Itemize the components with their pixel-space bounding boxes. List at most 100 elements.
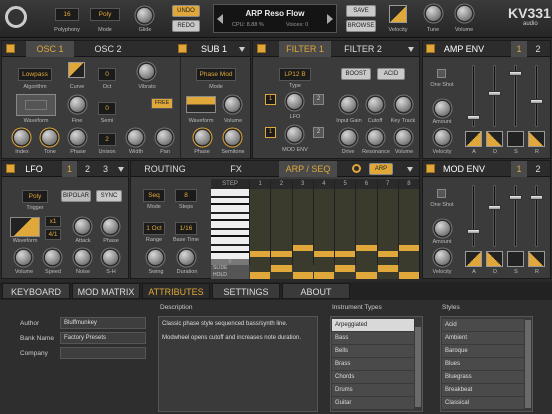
drive-knob[interactable] xyxy=(341,130,356,145)
modenv-source-2[interactable]: 2 xyxy=(313,127,324,138)
slide-cell[interactable] xyxy=(377,265,398,272)
slide-cell[interactable] xyxy=(356,265,377,272)
lfo-attack-knob[interactable] xyxy=(75,219,90,234)
step-column[interactable] xyxy=(291,189,313,265)
lfo-volume-knob[interactable] xyxy=(16,250,31,265)
amp-amount-knob[interactable] xyxy=(435,101,450,116)
mod-amount-knob[interactable] xyxy=(435,221,450,236)
amp-a-handle[interactable] xyxy=(467,115,480,120)
semi-value[interactable]: 0 xyxy=(98,102,116,115)
hold-cell[interactable] xyxy=(271,272,292,279)
tab-osc1[interactable]: OSC 1 xyxy=(26,41,74,57)
lfo-waveform-display[interactable] xyxy=(10,217,40,237)
step-column[interactable] xyxy=(355,189,377,265)
one-shot-toggle[interactable] xyxy=(437,69,446,78)
amp-d-handle[interactable] xyxy=(488,91,501,96)
list-item[interactable]: Bells xyxy=(332,345,414,357)
filter-volume-knob[interactable] xyxy=(396,130,411,145)
list-item[interactable]: Brass xyxy=(332,358,414,370)
sub-semitone-knob[interactable] xyxy=(225,130,240,145)
lfo-tab-2[interactable]: 2 xyxy=(80,161,95,177)
width-knob[interactable] xyxy=(128,130,143,145)
tab-mod-matrix[interactable]: MOD MATRIX xyxy=(72,283,140,299)
tone-knob[interactable] xyxy=(42,130,57,145)
resonance-knob[interactable] xyxy=(368,130,383,145)
unison-value[interactable]: 2 xyxy=(98,133,116,146)
list-item[interactable]: Ambient xyxy=(442,332,524,344)
mod-d-handle[interactable] xyxy=(488,205,501,210)
list-item[interactable]: Bass xyxy=(332,332,414,344)
mod-env-tab-1[interactable]: 1 xyxy=(511,161,527,177)
step-note-cell[interactable] xyxy=(250,251,271,258)
sub-waveform-display[interactable] xyxy=(186,96,216,113)
scrollbar[interactable] xyxy=(525,320,531,408)
sync-button[interactable]: SYNC xyxy=(96,190,122,202)
boost-button[interactable]: BOOST xyxy=(341,68,371,80)
mod-d-curve-icon[interactable] xyxy=(486,251,503,267)
duration-knob[interactable] xyxy=(179,250,194,265)
sub-phase-knob[interactable] xyxy=(195,130,210,145)
lfo-sh-knob[interactable] xyxy=(103,250,118,265)
modenv-amount-knob[interactable] xyxy=(287,127,302,142)
tab-osc2[interactable]: OSC 2 xyxy=(84,41,132,57)
list-item[interactable]: Bluegrass xyxy=(442,371,524,383)
amp-env-tab-2[interactable]: 2 xyxy=(530,41,546,57)
slide-cell[interactable] xyxy=(250,265,271,272)
list-item[interactable]: Chords xyxy=(332,371,414,383)
slide-cell[interactable] xyxy=(292,265,313,272)
slide-cell[interactable] xyxy=(271,265,292,272)
swing-knob[interactable] xyxy=(148,250,163,265)
chevron-down-icon[interactable] xyxy=(407,167,413,172)
polyphony-value[interactable]: 16 xyxy=(55,8,79,21)
step-note-cell[interactable] xyxy=(356,245,377,252)
trigger-value[interactable]: Poly xyxy=(22,190,48,203)
hold-cell[interactable] xyxy=(398,272,419,279)
mod-s-curve-icon[interactable] xyxy=(507,251,524,267)
browse-button[interactable]: BROWSE xyxy=(346,20,376,32)
tab-arp-seq[interactable]: ARP / SEQ xyxy=(279,161,337,177)
mode-value[interactable]: Poly xyxy=(90,8,120,21)
list-item[interactable]: Drums xyxy=(332,384,414,396)
key-icon[interactable] xyxy=(352,164,361,173)
curve-icon[interactable] xyxy=(68,62,85,78)
tab-fx[interactable]: FX xyxy=(211,161,261,177)
free-toggle[interactable]: FREE xyxy=(151,98,173,109)
save-button[interactable]: SAVE xyxy=(346,5,376,17)
slide-cell[interactable] xyxy=(313,265,334,272)
oct-value[interactable]: 0 xyxy=(98,68,116,81)
cutoff-knob[interactable] xyxy=(368,97,383,112)
modenv-source-1[interactable]: 1 xyxy=(265,127,276,138)
lfo-amount-knob[interactable] xyxy=(287,94,302,109)
tab-sub1[interactable]: SUB 1 xyxy=(194,41,234,57)
mod-a-fader[interactable] xyxy=(472,185,475,247)
chevron-down-icon[interactable] xyxy=(118,167,124,172)
sub-volume-knob[interactable] xyxy=(225,97,240,112)
phase-knob[interactable] xyxy=(70,130,85,145)
tab-settings[interactable]: SETTINGS xyxy=(212,283,280,299)
list-item[interactable]: Classical xyxy=(442,397,524,409)
amp-r-curve-icon[interactable] xyxy=(528,131,545,147)
pan-knob[interactable] xyxy=(157,130,172,145)
tune-knob[interactable] xyxy=(426,6,441,21)
description-box[interactable]: Classic phase style sequenced bass/synth… xyxy=(158,316,318,412)
tab-filter1[interactable]: FILTER 1 xyxy=(279,41,331,57)
mod-s-handle[interactable] xyxy=(509,195,522,200)
lfo-division-value[interactable]: 4/1 xyxy=(45,229,61,240)
hold-cell[interactable] xyxy=(313,272,334,279)
undo-button[interactable]: UNDO xyxy=(172,5,200,17)
tab-keyboard[interactable]: KEYBOARD xyxy=(2,283,70,299)
mod-d-fader[interactable] xyxy=(493,185,496,247)
glide-knob[interactable] xyxy=(137,8,152,23)
seq-steps-value[interactable]: 8 xyxy=(175,189,197,202)
mod-r-curve-icon[interactable] xyxy=(528,251,545,267)
lfo-source-2[interactable]: 2 xyxy=(313,94,324,105)
filter-enable-toggle[interactable] xyxy=(257,44,266,53)
author-field[interactable]: Bluffmunkey xyxy=(60,317,146,329)
lfo-tab-1[interactable]: 1 xyxy=(62,161,77,177)
acid-button[interactable]: ACID xyxy=(377,68,405,80)
lfo-enable-toggle[interactable] xyxy=(6,164,15,173)
step-grid[interactable]: STEP 12345678 0 SLIDE HOLD xyxy=(211,179,419,279)
list-item[interactable]: Baroque xyxy=(442,345,524,357)
hold-cell[interactable] xyxy=(356,272,377,279)
algorithm-value[interactable]: Lowpass xyxy=(18,68,52,81)
